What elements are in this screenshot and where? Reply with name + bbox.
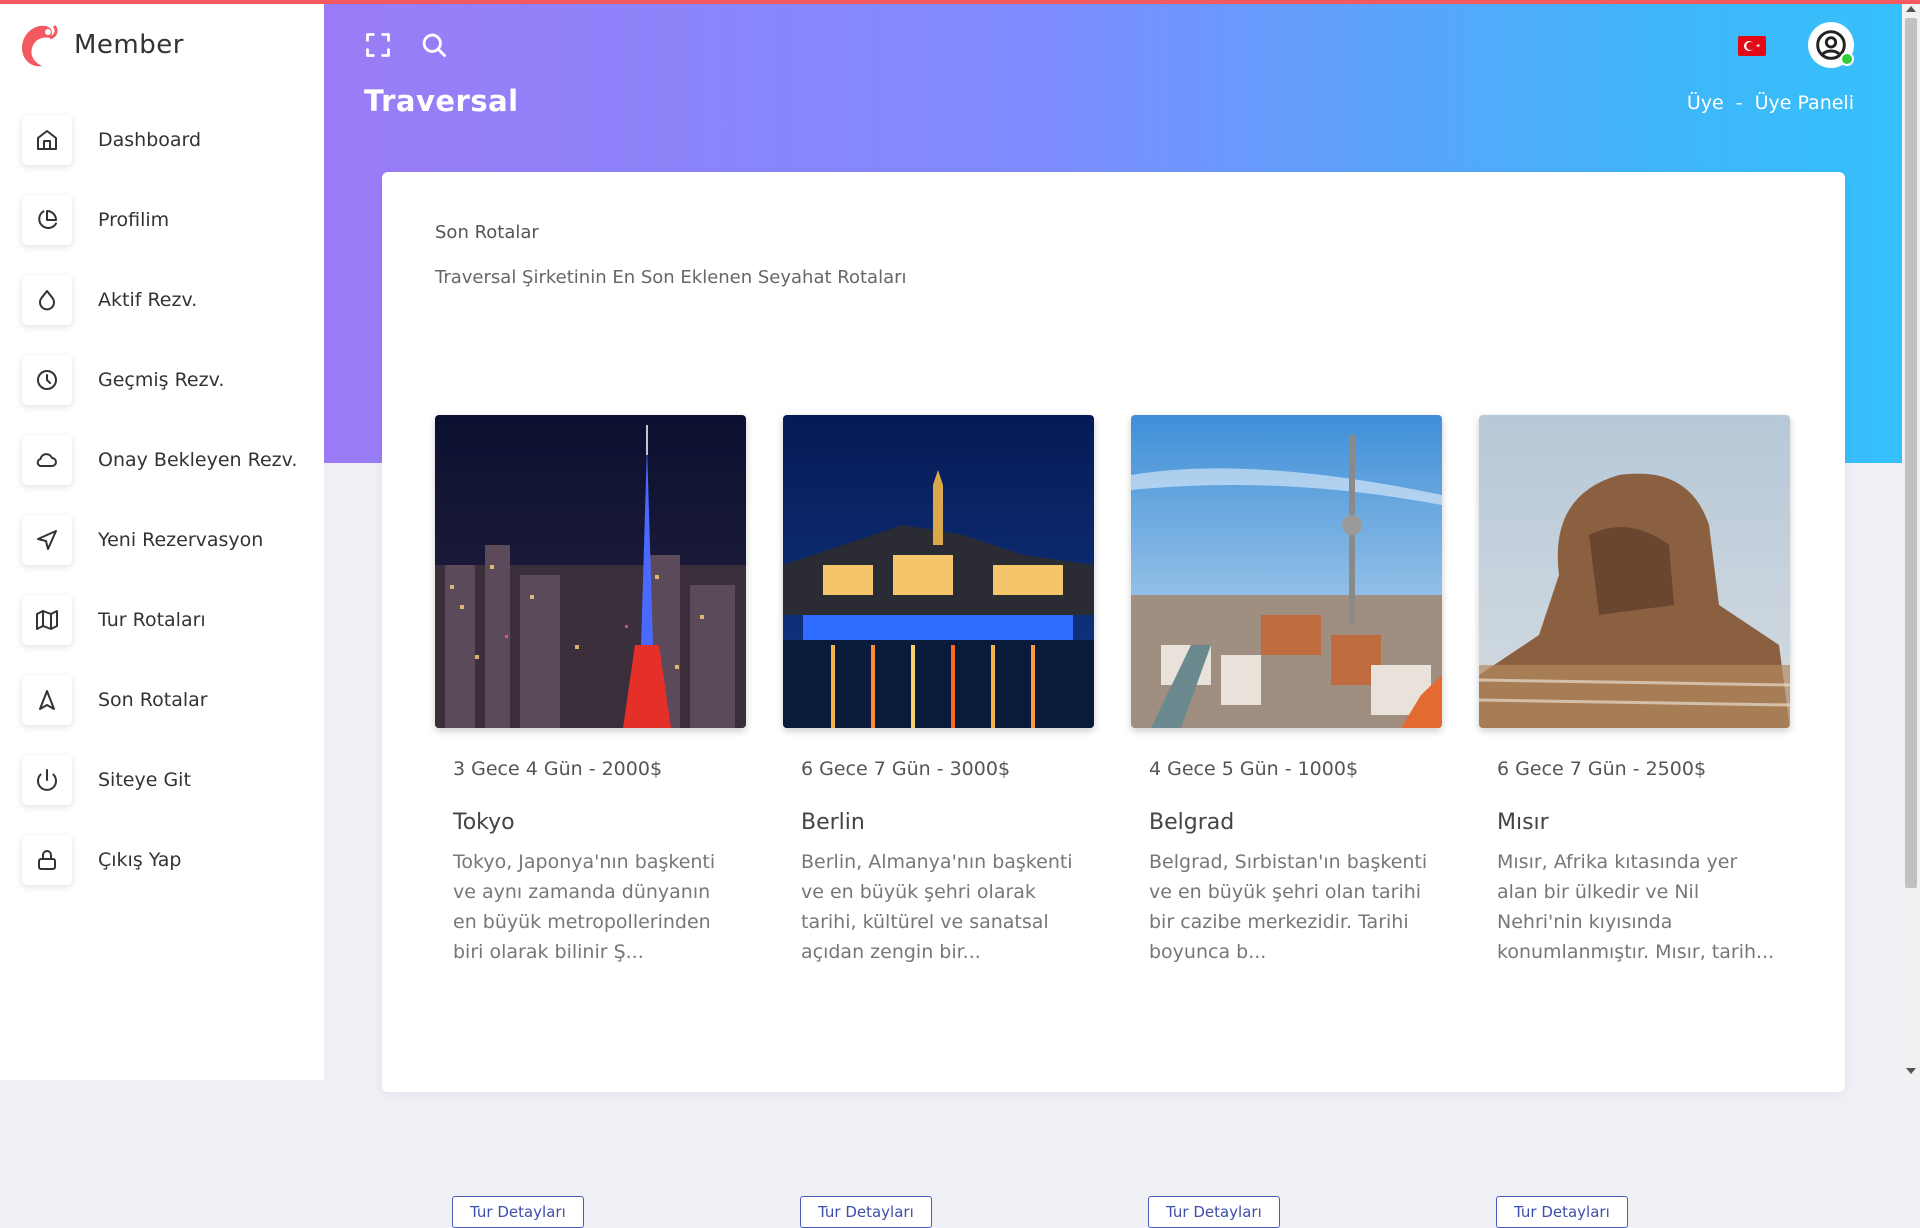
sidebar-item-gecmis-rezv[interactable]: Geçmiş Rezv. — [22, 340, 297, 420]
top-accent-line — [0, 0, 1920, 4]
navigation-arrow-icon — [22, 675, 72, 725]
tour-details-button[interactable]: Tur Detayları — [1496, 1196, 1628, 1228]
clock-icon — [22, 355, 72, 405]
tour-meta: 6 Gece 7 Gün - 3000$ — [801, 758, 1011, 780]
tour-meta: 3 Gece 4 Gün - 2000$ — [453, 758, 663, 780]
fullscreen-button[interactable] — [360, 27, 396, 63]
home-icon — [22, 115, 72, 165]
tour-description: Mısır, Afrika kıtasında yer alan bir ülk… — [1497, 851, 1775, 963]
sidebar-item-tur-rotalari[interactable]: Tur Rotaları — [22, 580, 297, 660]
sidebar-item-son-rotalar[interactable]: Son Rotalar — [22, 660, 297, 740]
power-icon — [22, 755, 72, 805]
sidebar-item-dashboard[interactable]: Dashboard — [22, 100, 297, 180]
breadcrumb: Üye - Üye Paneli — [1687, 92, 1854, 114]
tokyo-night-skyline-image — [435, 415, 746, 728]
tour-details-button[interactable]: Tur Detayları — [800, 1196, 932, 1228]
sidebar-item-label: Siteye Git — [98, 769, 191, 791]
sidebar-item-siteye-git[interactable]: Siteye Git — [22, 740, 297, 820]
tour-details-button[interactable]: Tur Detayları — [452, 1196, 584, 1228]
sidebar-item-aktif-rezv[interactable]: Aktif Rezv. — [22, 260, 297, 340]
sidebar-item-label: Çıkış Yap — [98, 849, 182, 871]
sidebar-item-label: Onay Bekleyen Rezv. — [98, 449, 298, 471]
berlin-tv-tower-image — [1131, 415, 1442, 728]
page-scrollbar[interactable] — [1902, 0, 1920, 1080]
cloud-icon — [22, 435, 72, 485]
tour-description: Berlin, Almanya'nın başkenti ve en büyük… — [801, 851, 1073, 963]
tour-description: Tokyo, Japonya'nın başkenti ve aynı zama… — [453, 851, 716, 963]
droplet-icon — [22, 275, 72, 325]
tour-card-misir: 6 Gece 7 Gün - 2500$ Mısır Mısır, Afrika… — [1479, 415, 1790, 1228]
user-avatar[interactable] — [1808, 22, 1854, 68]
tour-description: Belgrad, Sırbistan'ın başkenti ve en büy… — [1149, 851, 1428, 963]
recent-routes-card: Son Rotalar Traversal Şirketinin En Son … — [382, 172, 1845, 1228]
tour-meta: 6 Gece 7 Gün - 2500$ — [1497, 758, 1707, 780]
sphinx-image — [1479, 415, 1790, 728]
sidebar-item-onay-bekleyen-rezv[interactable]: Onay Bekleyen Rezv. — [22, 420, 297, 500]
sidebar-item-label: Aktif Rezv. — [98, 289, 198, 311]
brand-logo-icon — [22, 24, 58, 67]
scroll-thumb[interactable] — [1905, 18, 1917, 888]
pie-chart-icon — [22, 195, 72, 245]
sidebar-item-label: Son Rotalar — [98, 689, 208, 711]
tour-card-belgrad: 4 Gece 5 Gün - 1000$ Belgrad Belgrad, Sı… — [1131, 415, 1442, 1228]
sidebar-item-cikis-yap[interactable]: Çıkış Yap — [22, 820, 297, 900]
tour-name: Belgrad — [1149, 810, 1235, 835]
scroll-down-arrow-icon[interactable] — [1906, 1068, 1916, 1074]
map-icon — [22, 595, 72, 645]
search-button[interactable] — [416, 27, 452, 63]
online-status-dot — [1840, 52, 1854, 66]
navigation-icon — [22, 515, 72, 565]
breadcrumb-separator: - — [1735, 92, 1743, 114]
tour-card-tokyo: 3 Gece 4 Gün - 2000$ Tokyo Tokyo, Japony… — [435, 415, 746, 1228]
turkey-flag-icon[interactable] — [1738, 36, 1766, 56]
page-title: Traversal — [364, 84, 519, 118]
tour-name: Berlin — [801, 810, 865, 835]
sidebar-item-yeni-rezervasyon[interactable]: Yeni Rezervasyon — [22, 500, 297, 580]
tour-name: Tokyo — [453, 810, 515, 835]
sidebar-item-label: Dashboard — [98, 129, 202, 151]
search-icon — [422, 33, 446, 57]
scroll-up-arrow-icon[interactable] — [1906, 6, 1916, 12]
sidebar-item-label: Geçmiş Rezv. — [98, 369, 225, 391]
sidebar: Member Dashboard Profilim Aktif Rezv. Ge… — [0, 0, 324, 1080]
card-title: Son Rotalar — [435, 222, 539, 243]
sidebar-item-label: Yeni Rezervasyon — [98, 529, 264, 551]
sidebar-item-profilim[interactable]: Profilim — [22, 180, 297, 260]
lock-icon — [22, 835, 72, 885]
tour-card-berlin: 6 Gece 7 Gün - 3000$ Berlin Berlin, Alma… — [783, 415, 1094, 1228]
breadcrumb-item-uye-paneli[interactable]: Üye Paneli — [1755, 92, 1854, 114]
maximize-icon — [366, 33, 390, 57]
brand-name: Member — [74, 30, 184, 60]
tour-details-button[interactable]: Tur Detayları — [1148, 1196, 1280, 1228]
river-night-city-image — [783, 415, 1094, 728]
tour-meta: 4 Gece 5 Gün - 1000$ — [1149, 758, 1359, 780]
sidebar-item-label: Profilim — [98, 209, 170, 231]
sidebar-nav: Dashboard Profilim Aktif Rezv. Geçmiş Re… — [22, 100, 297, 900]
brand[interactable]: Member — [16, 20, 184, 70]
tour-name: Mısır — [1497, 810, 1549, 835]
breadcrumb-item-uye[interactable]: Üye — [1687, 92, 1724, 114]
sidebar-item-label: Tur Rotaları — [98, 609, 206, 631]
card-subtitle: Traversal Şirketinin En Son Eklenen Seya… — [435, 267, 907, 288]
